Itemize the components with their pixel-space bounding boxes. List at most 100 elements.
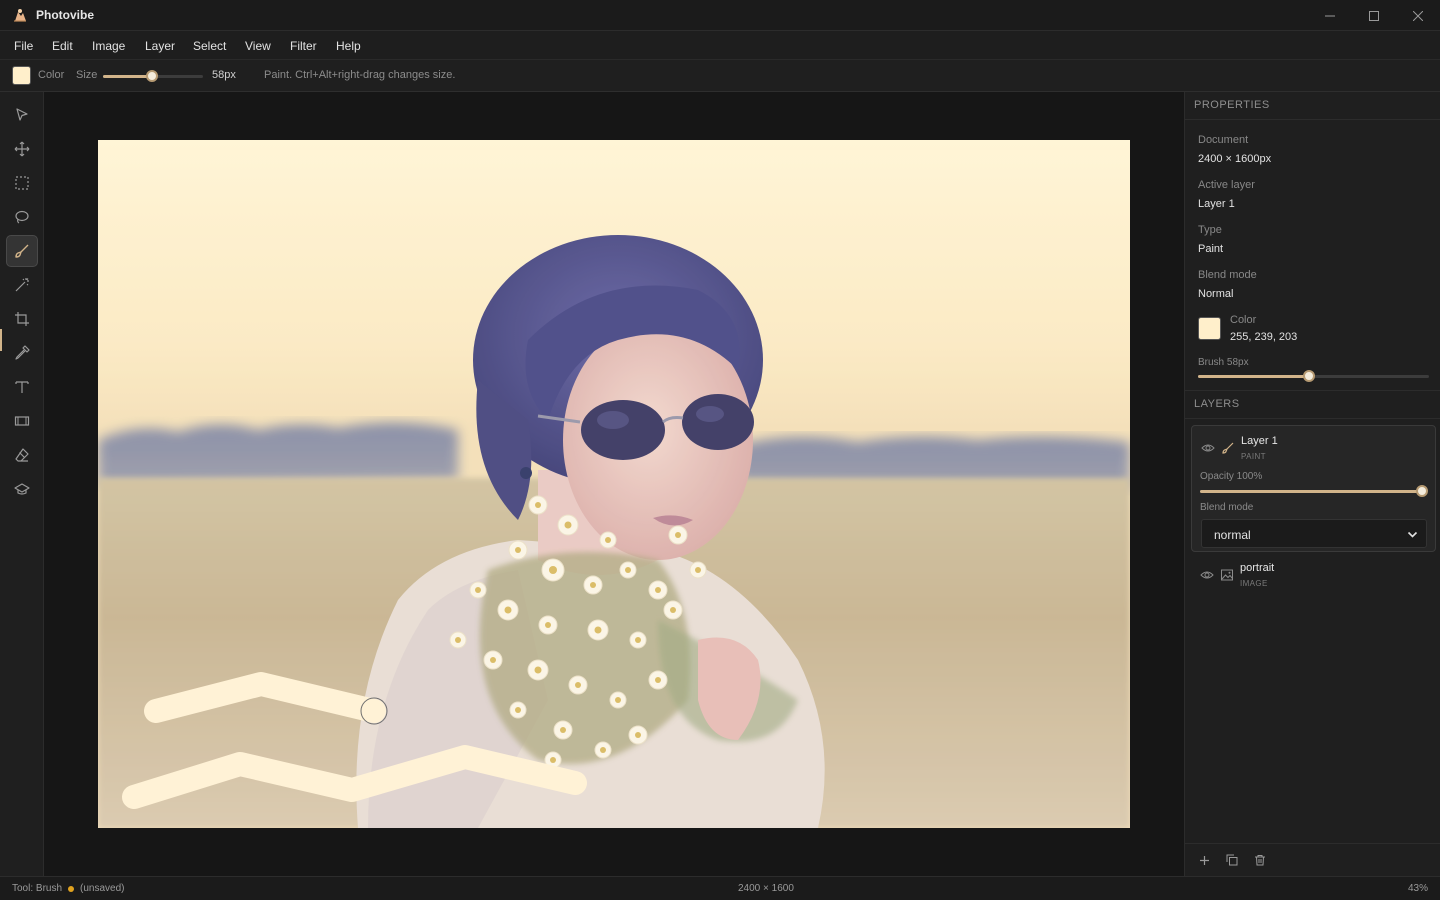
document-label: Document: [1198, 134, 1249, 146]
minimize-icon: [1325, 15, 1335, 16]
tool-select[interactable]: [6, 99, 38, 131]
minimize-button[interactable]: [1308, 0, 1352, 31]
brush-size-slider[interactable]: [1198, 370, 1429, 382]
tool-filmstrip[interactable]: [6, 405, 38, 437]
properties-color-label: Color: [1230, 314, 1257, 326]
color-swatch[interactable]: [12, 66, 31, 85]
tool-move[interactable]: [6, 133, 38, 165]
menu-filter[interactable]: Filter: [290, 39, 317, 53]
active-layer-label: Active layer: [1198, 179, 1255, 191]
brush-size-slider-thumb[interactable]: [1303, 370, 1315, 382]
canvas-area[interactable]: [44, 92, 1184, 876]
opacity-slider[interactable]: [1200, 485, 1428, 497]
blend-mode-value: Normal: [1198, 288, 1234, 300]
layer-type: PAINT: [1241, 452, 1266, 461]
lasso-icon: [15, 210, 29, 224]
text-icon: [15, 381, 29, 393]
menu-view[interactable]: View: [245, 39, 271, 53]
chevron-down-icon: [1407, 531, 1418, 538]
tool-eyedropper[interactable]: [6, 337, 38, 369]
brush-size-slider-fill: [1198, 375, 1309, 378]
menu-file[interactable]: File: [14, 39, 33, 53]
panel-divider: [1185, 390, 1440, 391]
eraser-icon: [15, 448, 29, 462]
panel-divider: [1185, 119, 1440, 120]
eye-icon[interactable]: [1200, 568, 1214, 582]
type-value: Paint: [1198, 243, 1224, 255]
layer-item-portrait[interactable]: portrait IMAGE: [1191, 557, 1436, 593]
app-title: Photovibe: [36, 8, 95, 22]
tool-lasso[interactable]: [6, 201, 38, 233]
title-bar: Photovibe: [0, 0, 1440, 31]
size-slider-fill: [103, 75, 152, 78]
active-layer-value: Layer 1: [1198, 198, 1235, 210]
menu-edit[interactable]: Edit: [52, 39, 73, 53]
properties-color-value: 255, 239, 203: [1230, 331, 1298, 343]
layers-heading: LAYERS: [1194, 398, 1240, 410]
menu-select[interactable]: Select: [193, 39, 226, 53]
color-label: Color: [38, 69, 65, 81]
brush-icon: [1222, 442, 1234, 454]
properties-heading: PROPERTIES: [1194, 99, 1270, 111]
select-arrow-icon: [16, 108, 28, 121]
size-slider-thumb[interactable]: [146, 70, 158, 82]
duplicate-icon: [1226, 854, 1238, 866]
layer-header: Layer 1 PAINT: [1192, 431, 1437, 467]
add-layer-button[interactable]: [1196, 852, 1212, 868]
close-icon: [1413, 10, 1423, 21]
layer-name: Layer 1: [1241, 435, 1278, 447]
status-bar: Tool: Brush (unsaved) 2400 × 1600 43%: [0, 876, 1440, 900]
maximize-button[interactable]: [1352, 0, 1396, 31]
magic-wand-icon: [15, 278, 29, 292]
layer-item-layer-1[interactable]: Layer 1 PAINT Opacity 100% Blend mode no…: [1191, 425, 1436, 552]
app-logo-icon: [14, 9, 26, 22]
close-button[interactable]: [1396, 0, 1440, 31]
eyedropper-icon: [15, 345, 30, 360]
panel-divider: [1185, 843, 1440, 844]
size-slider[interactable]: [103, 70, 203, 82]
tool-smudge[interactable]: [6, 473, 38, 505]
move-icon: [14, 141, 30, 157]
trash-icon: [1255, 855, 1265, 866]
tool-text[interactable]: [6, 371, 38, 403]
tool-eraser[interactable]: [6, 439, 38, 471]
opacity-slider-thumb[interactable]: [1416, 485, 1428, 497]
delete-layer-button[interactable]: [1252, 852, 1268, 868]
type-label: Type: [1198, 224, 1222, 236]
menu-bar: File Edit Image Layer Select View Filter…: [0, 31, 1440, 60]
brush-size-label: Brush 58px: [1198, 357, 1249, 368]
menu-layer[interactable]: Layer: [145, 39, 175, 53]
layer-name: portrait: [1240, 562, 1275, 574]
status-tool: Tool: Brush: [12, 883, 63, 894]
tool-options-bar: Color Size 58px Paint. Ctrl+Alt+right-dr…: [0, 60, 1440, 92]
properties-color-swatch[interactable]: [1198, 317, 1221, 340]
tool-palette: [0, 92, 44, 876]
marquee-icon: [15, 176, 29, 190]
panel-divider: [1185, 418, 1440, 419]
opacity-label: Opacity 100%: [1200, 471, 1263, 482]
tool-crop[interactable]: [6, 303, 38, 335]
brush-icon: [15, 244, 29, 258]
eye-icon[interactable]: [1201, 441, 1215, 455]
blend-mode-label: Blend mode: [1198, 269, 1257, 281]
document-canvas[interactable]: [98, 140, 1130, 828]
blend-mode-select[interactable]: normal: [1201, 519, 1427, 548]
size-value: 58px: [212, 69, 236, 81]
unsaved-indicator: [68, 886, 74, 892]
opacity-slider-fill: [1200, 490, 1422, 493]
layer-blend-mode-label: Blend mode: [1200, 502, 1254, 513]
tool-hint: Paint. Ctrl+Alt+right-drag changes size.: [264, 69, 456, 81]
zoom-level[interactable]: 43%: [1408, 883, 1428, 894]
maximize-icon: [1369, 10, 1379, 21]
size-label: Size: [76, 69, 98, 81]
filmstrip-icon: [14, 416, 30, 426]
tool-brush[interactable]: [6, 235, 38, 267]
smudge-icon: [14, 483, 30, 495]
tool-marquee[interactable]: [6, 167, 38, 199]
tool-magic-wand[interactable]: [6, 269, 38, 301]
portrait-image: [98, 140, 1130, 828]
menu-image[interactable]: Image: [92, 39, 125, 53]
plus-icon: [1199, 855, 1209, 865]
menu-help[interactable]: Help: [336, 39, 361, 53]
duplicate-layer-button[interactable]: [1224, 852, 1240, 868]
